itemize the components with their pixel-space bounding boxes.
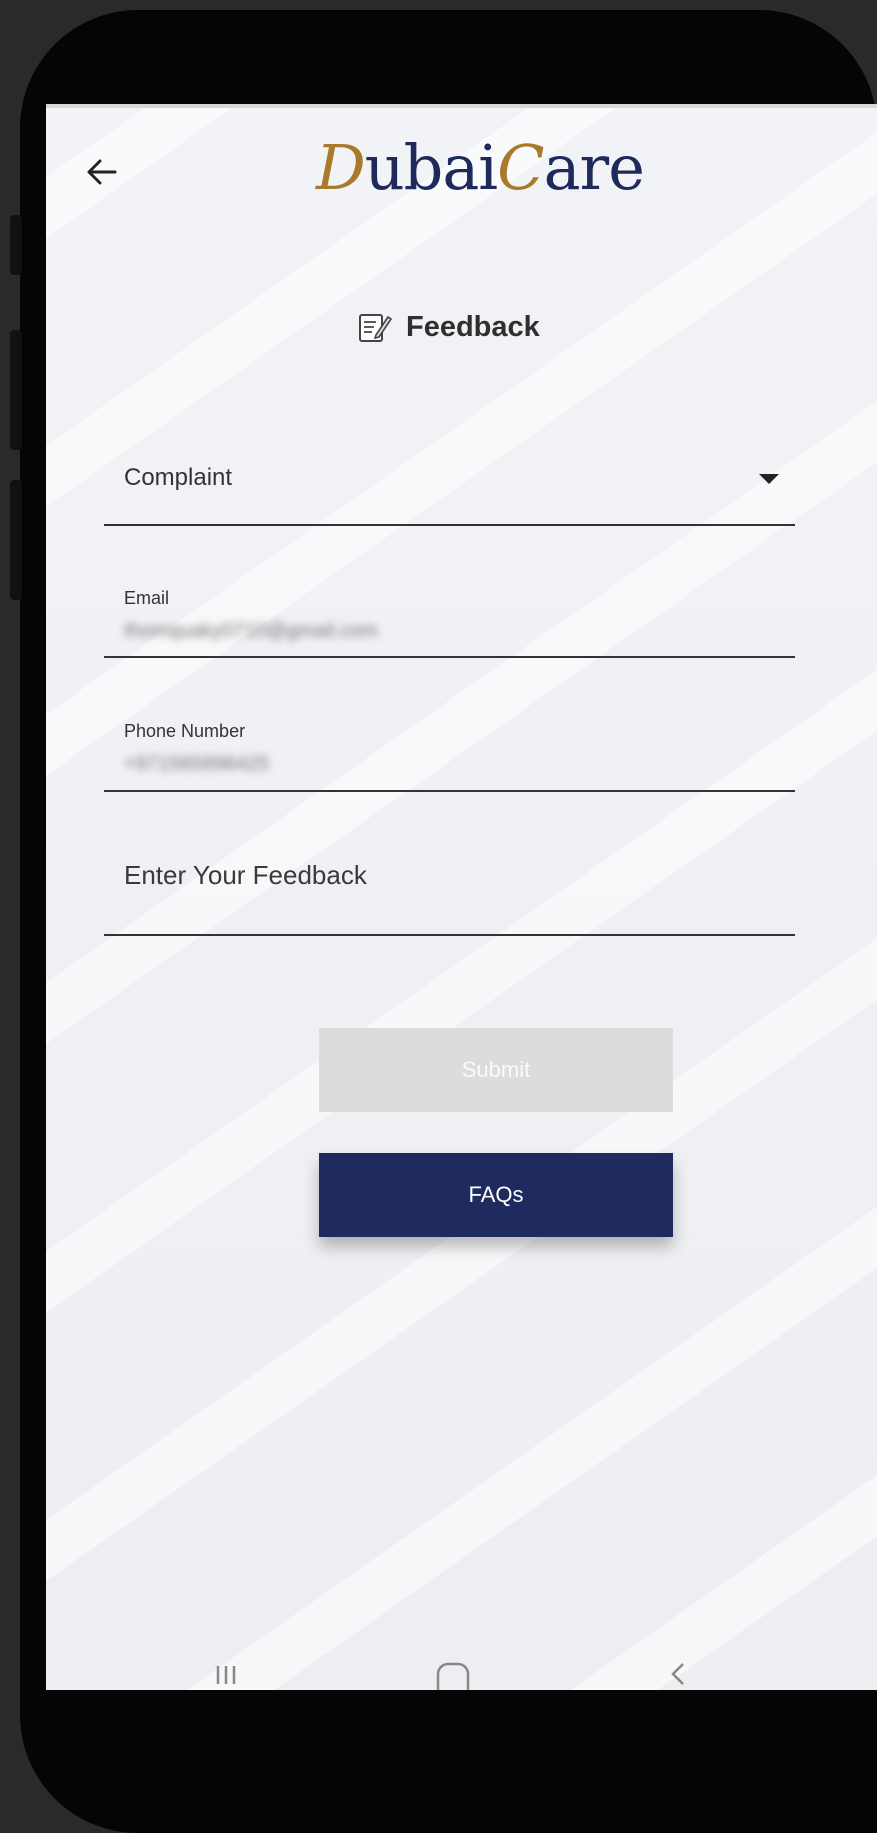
back-nav-icon[interactable] — [658, 1650, 698, 1690]
feedback-placeholder: Enter Your Feedback — [124, 860, 367, 890]
caret-down-icon — [759, 474, 779, 484]
feedback-type-value: Complaint — [124, 464, 233, 491]
faqs-button[interactable]: FAQs — [319, 1153, 673, 1237]
app-logo: DubaiCare — [316, 131, 645, 204]
phone-side-button — [10, 215, 22, 275]
email-field[interactable]: Email thomquaky0710@gmail.com — [104, 562, 795, 658]
page-title: Feedback — [356, 304, 540, 350]
submit-button[interactable]: Submit — [319, 1028, 673, 1112]
home-icon[interactable] — [428, 1650, 478, 1690]
system-nav-bar — [46, 1630, 877, 1690]
phone-number-label: Phone Number — [124, 721, 246, 741]
page-title-text: Feedback — [406, 310, 540, 343]
phone-side-button — [10, 330, 22, 450]
email-value: thomquaky0710@gmail.com — [124, 620, 378, 642]
phone-frame: DubaiCare Feedback Complaint Email thomq… — [10, 10, 877, 1833]
feedback-type-select[interactable]: Complaint — [104, 434, 795, 526]
phone-side-button — [10, 480, 22, 600]
email-label: Email — [124, 588, 170, 608]
status-divider — [46, 104, 877, 108]
phone-number-value: +971565896425 — [124, 753, 270, 775]
feedback-textarea[interactable]: Enter Your Feedback — [104, 830, 795, 936]
arrow-left-icon[interactable] — [82, 152, 122, 192]
phone-number-field[interactable]: Phone Number +971565896425 — [104, 695, 795, 792]
document-edit-icon — [359, 314, 392, 342]
recent-apps-icon[interactable] — [206, 1650, 246, 1690]
app-screen: DubaiCare Feedback Complaint Email thomq… — [46, 104, 877, 1690]
